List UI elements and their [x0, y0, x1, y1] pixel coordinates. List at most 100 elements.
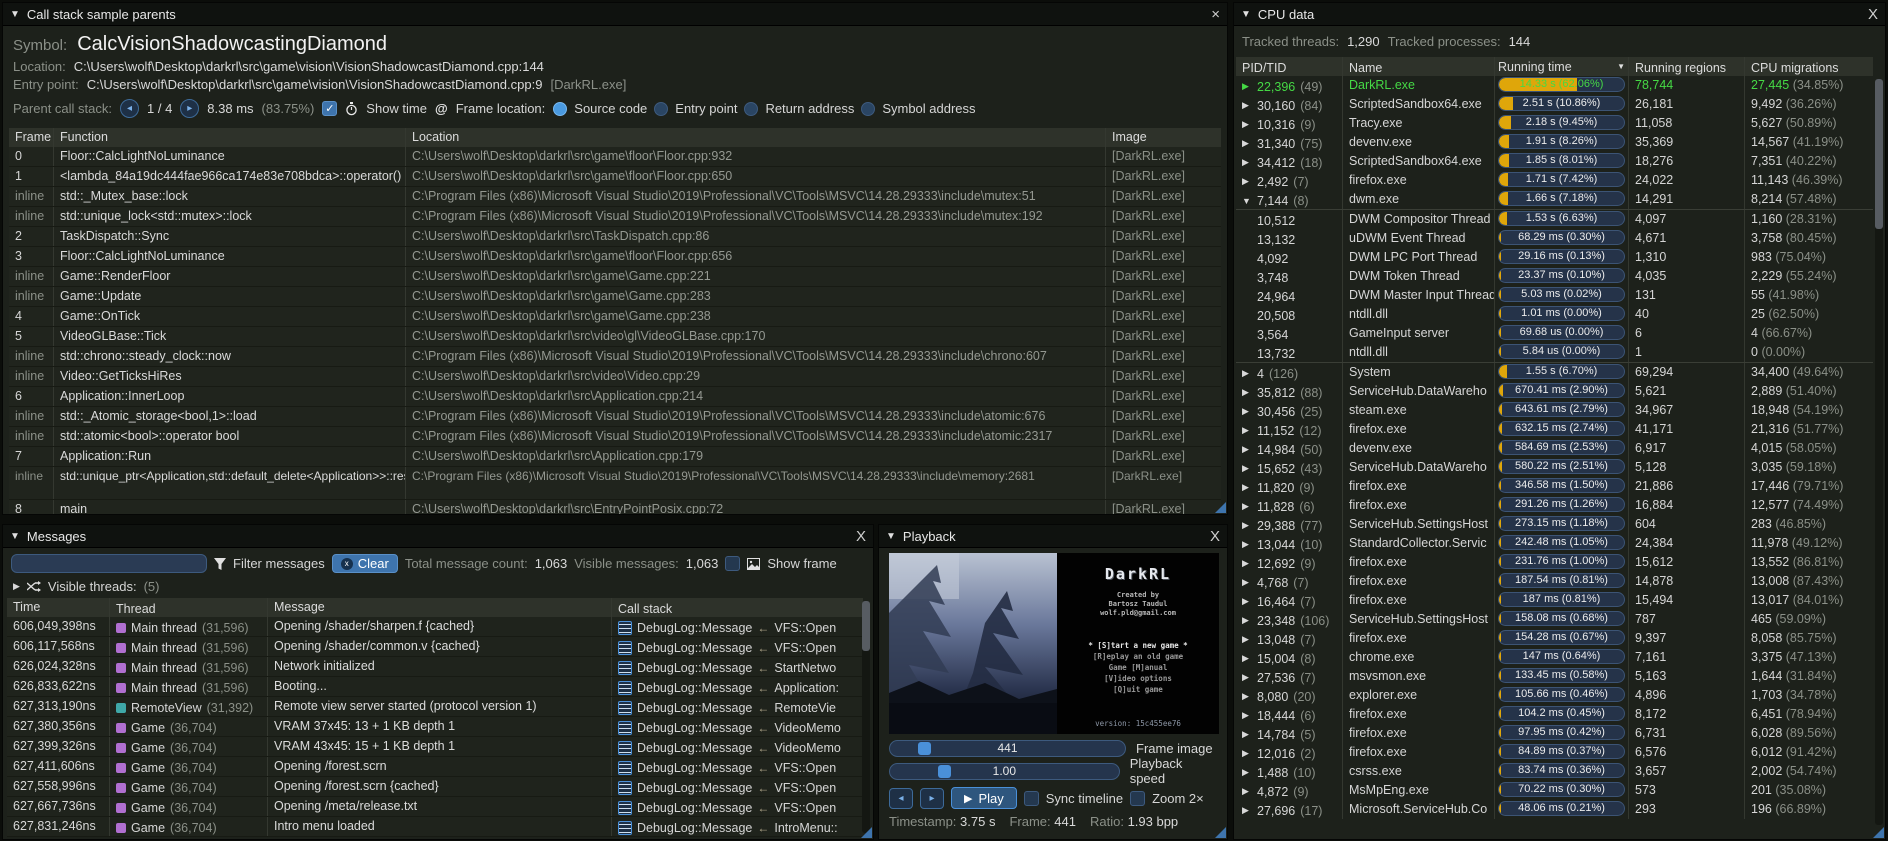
frame-image-slider[interactable]: 441 [889, 740, 1126, 757]
table-row[interactable]: ▶29,388(77)ServiceHub.SettingsHost273.15… [1236, 515, 1873, 534]
table-row[interactable]: ▶10,316(9)Tracy.exe2.18 s (9.45%)11,0585… [1236, 114, 1873, 133]
expand-icon[interactable]: ▶ [1242, 138, 1252, 149]
callstack-cell[interactable]: DebugLog::Message←VideoMemo [611, 737, 863, 756]
show-frame-checkbox[interactable] [725, 556, 740, 571]
table-row[interactable]: 627,411,606nsGame(36,704)Opening /forest… [7, 757, 863, 777]
table-row[interactable]: ▶23,348(106)ServiceHub.SettingsHost158.0… [1236, 610, 1873, 629]
expand-icon[interactable]: ▶ [1242, 81, 1252, 92]
table-row[interactable]: ▶27,696(17)Microsoft.ServiceHub.Co48.06 … [1236, 800, 1873, 819]
table-row[interactable]: 3,564GameInput server69.68 us (0.00%)64 … [1236, 324, 1873, 343]
column-header[interactable]: Image [1105, 128, 1221, 147]
play-button[interactable]: ▶ Play [951, 787, 1017, 809]
expand-icon[interactable]: ▶ [1242, 501, 1252, 512]
expand-icon[interactable]: ▶ [1242, 425, 1252, 436]
callstack-cell[interactable]: DebugLog::Message←VFS::Open [611, 777, 863, 796]
table-row[interactable]: ▶31,340(75)devenv.exe1.91 s (8.26%)35,36… [1236, 133, 1873, 152]
table-row[interactable]: ▶4,768(7)firefox.exe187.54 ms (0.81%)14,… [1236, 572, 1873, 591]
expand-icon[interactable]: ▶ [1242, 558, 1252, 569]
frame-location-radio[interactable] [553, 102, 567, 116]
resize-grip[interactable] [1215, 827, 1226, 838]
table-row[interactable]: inlinestd::chrono::steady_clock::nowC:\P… [9, 347, 1221, 367]
table-row[interactable]: inlinestd::atomic<bool>::operator boolC:… [9, 427, 1221, 447]
expand-icon[interactable]: ▼ [1242, 196, 1252, 206]
expand-icon[interactable]: ▶ [1242, 615, 1252, 626]
table-row[interactable]: 626,024,328nsMain thread(31,596)Network … [7, 657, 863, 677]
table-row[interactable]: ▶4,872(9)MsMpEng.exe70.22 ms (0.30%)5732… [1236, 781, 1873, 800]
expand-icon[interactable]: ▶ [1242, 100, 1252, 111]
callstack-cell[interactable]: DebugLog::Message←Application: [611, 677, 863, 696]
table-row[interactable]: ▶2,492(7)firefox.exe1.71 s (7.42%)24,022… [1236, 171, 1873, 190]
expand-icon[interactable]: ▶ [1242, 729, 1252, 740]
table-row[interactable]: inlineGame::RenderFloorC:\Users\wolf\Des… [9, 267, 1221, 287]
table-row[interactable]: ▶14,984(50)devenv.exe584.69 ms (2.53%)6,… [1236, 439, 1873, 458]
scrollbar-thumb[interactable] [1875, 79, 1883, 229]
table-row[interactable]: 5VideoGLBase::TickC:\Users\wolf\Desktop\… [9, 327, 1221, 347]
table-row[interactable]: ▶4(126)System1.55 s (6.70%)69,29434,400 … [1236, 363, 1873, 382]
table-row[interactable]: ▶15,652(43)ServiceHub.DataWareho580.22 m… [1236, 458, 1873, 477]
collapse-icon[interactable]: ▼ [886, 531, 896, 542]
table-row[interactable]: ▶35,812(88)ServiceHub.DataWareho670.41 m… [1236, 382, 1873, 401]
column-header[interactable]: Call stack [611, 598, 863, 617]
zoom-2x-checkbox[interactable] [1130, 791, 1145, 806]
column-header[interactable]: Running time▼ [1494, 57, 1628, 76]
expand-icon[interactable]: ▶ [1242, 748, 1252, 759]
playback-speed-slider[interactable]: 1.00 [889, 763, 1120, 780]
callstack-cell[interactable]: DebugLog::Message←VFS::Open [611, 757, 863, 776]
table-row[interactable]: ▶18,444(6)firefox.exe104.2 ms (0.45%)8,1… [1236, 705, 1873, 724]
table-row[interactable]: ▶22,396(49)DarkRL.exe14.33 s (62.06%)78,… [1236, 76, 1873, 95]
resize-grip[interactable] [1873, 827, 1884, 838]
expand-icon[interactable]: ▶ [1242, 157, 1252, 168]
close-icon[interactable]: X [1210, 529, 1220, 544]
column-header[interactable]: Time [7, 598, 109, 617]
table-row[interactable]: 6Application::InnerLoopC:\Users\wolf\Des… [9, 387, 1221, 407]
table-row[interactable]: 606,049,398nsMain thread(31,596)Opening … [7, 617, 863, 637]
collapse-icon[interactable]: ▼ [10, 531, 20, 542]
prev-frame-button[interactable]: ◂ [120, 99, 139, 118]
next-frame-button[interactable]: ▸ [180, 99, 199, 118]
table-row[interactable]: 627,831,246nsGame(36,704)Intro menu load… [7, 817, 863, 837]
resize-grip[interactable] [1215, 502, 1226, 513]
resize-grip[interactable] [861, 827, 872, 838]
expand-icon[interactable]: ▶ [1242, 119, 1252, 130]
column-header[interactable]: Name [1342, 57, 1494, 76]
expand-icon[interactable]: ▶ [1242, 786, 1252, 797]
expand-icon[interactable]: ▶ [1242, 767, 1252, 778]
frame-location-radio[interactable] [744, 102, 758, 116]
table-row[interactable]: ▶11,828(6)firefox.exe291.26 ms (1.26%)16… [1236, 496, 1873, 515]
callstack-cell[interactable]: DebugLog::Message←RemoteVie [611, 697, 863, 716]
column-header[interactable]: Function [53, 128, 405, 147]
frame-location-radio[interactable] [654, 102, 668, 116]
frame-location-radio[interactable] [861, 102, 875, 116]
callstack-cell[interactable]: DebugLog::Message←VideoMemo [611, 717, 863, 736]
filter-input[interactable] [11, 554, 207, 573]
step-forward-button[interactable]: ▸ [920, 788, 944, 809]
callstack-cell[interactable]: DebugLog::Message←VFS::Open [611, 637, 863, 656]
cpu-scrollbar[interactable] [1875, 79, 1883, 825]
table-row[interactable]: ▶8,080(20)explorer.exe105.66 ms (0.46%)4… [1236, 686, 1873, 705]
messages-scrollbar[interactable] [862, 601, 870, 833]
expand-icon[interactable]: ▶ [1242, 368, 1252, 379]
collapse-icon[interactable]: ▼ [10, 9, 20, 20]
table-row[interactable]: 627,313,190nsRemoteView(31,392)Remote vi… [7, 697, 863, 717]
table-row[interactable]: ▶13,044(10)StandardCollector.Servic242.4… [1236, 534, 1873, 553]
expand-icon[interactable]: ▶ [1242, 596, 1252, 607]
table-row[interactable]: 626,833,622nsMain thread(31,596)Booting.… [7, 677, 863, 697]
table-row[interactable]: ▶11,820(9)firefox.exe346.58 ms (1.50%)21… [1236, 477, 1873, 496]
table-row[interactable]: ▶11,152(12)firefox.exe632.15 ms (2.74%)4… [1236, 420, 1873, 439]
callstack-cell[interactable]: DebugLog::Message←StartNetwo [611, 657, 863, 676]
table-row[interactable]: ▶27,536(7)msvsmon.exe133.45 ms (0.58%)5,… [1236, 667, 1873, 686]
sync-timeline-checkbox[interactable] [1024, 791, 1039, 806]
table-row[interactable]: inlinestd::unique_lock<std::mutex>::lock… [9, 207, 1221, 227]
table-row[interactable]: 4,092DWM LPC Port Thread29.16 ms (0.13%)… [1236, 248, 1873, 267]
expand-icon[interactable]: ▶ [1242, 539, 1252, 550]
table-row[interactable]: 10,512DWM Compositor Thread1.53 s (6.63%… [1236, 209, 1873, 229]
expand-icon[interactable]: ▶ [1242, 634, 1252, 645]
expand-icon[interactable]: ▶ [1242, 482, 1252, 493]
table-row[interactable]: ▼7,144(8)dwm.exe1.66 s (7.18%)14,2918,21… [1236, 190, 1873, 209]
table-row[interactable]: inlinestd::_Mutex_base::lockC:\Program F… [9, 187, 1221, 207]
column-header[interactable]: Running regions [1628, 57, 1744, 76]
table-row[interactable]: ▶12,016(2)firefox.exe84.89 ms (0.37%)6,5… [1236, 743, 1873, 762]
callstack-cell[interactable]: DebugLog::Message←VFS::Open [611, 797, 863, 816]
table-row[interactable]: ▶30,160(84)ScriptedSandbox64.exe2.51 s (… [1236, 95, 1873, 114]
column-header[interactable]: Location [405, 128, 1105, 147]
